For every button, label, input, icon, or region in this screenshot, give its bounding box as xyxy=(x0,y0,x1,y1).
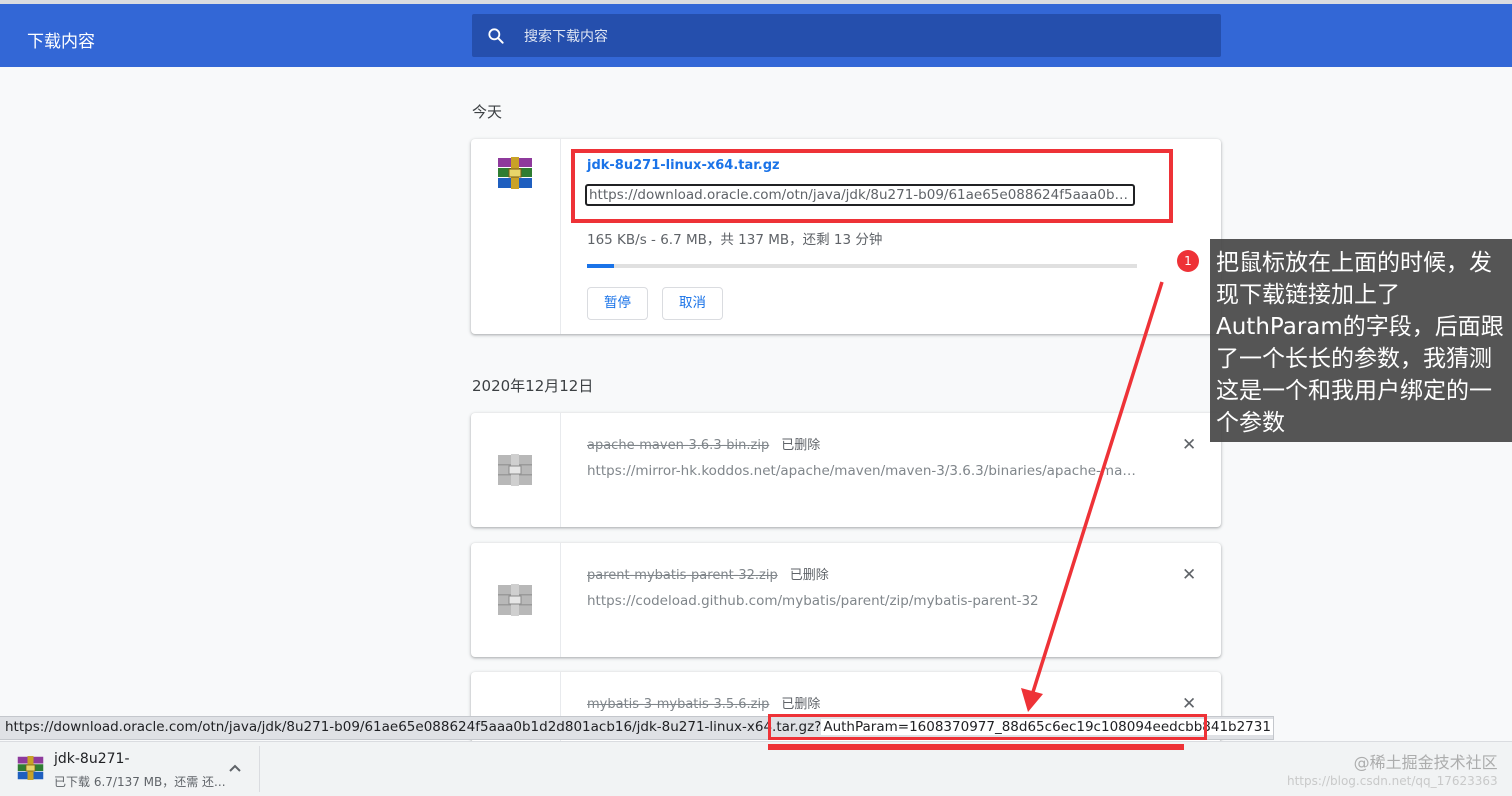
deleted-filename-text: apache-maven-3.6.3-bin.zip xyxy=(587,438,770,453)
deleted-url[interactable]: https://mirror-hk.koddos.net/apache/mave… xyxy=(587,463,1137,479)
shelf-item-status: 已下载 6.7/137 MB，还需 还... xyxy=(54,775,226,789)
download-status: 165 KB/s - 6.7 MB，共 137 MB，还剩 13 分钟 xyxy=(587,232,883,248)
chevron-up-icon[interactable] xyxy=(226,760,244,778)
deleted-filename: apache-maven-3.6.3-bin.zip 已删除 xyxy=(587,434,820,453)
file-icon-column xyxy=(471,413,561,527)
highlight-box-filename-url xyxy=(571,149,1173,223)
archive-file-icon xyxy=(498,454,532,486)
highlight-underline xyxy=(768,744,1184,750)
annotation-callout: 把鼠标放在上面的时候，发现下载链接加上了AuthParam的字段，后面跟了一个长… xyxy=(1210,239,1512,442)
section-label-today: 今天 xyxy=(472,103,503,121)
remove-item-close-icon[interactable]: ✕ xyxy=(1182,694,1196,714)
section-label-date: 2020年12月12日 xyxy=(472,377,594,395)
deleted-tag: 已删除 xyxy=(781,438,821,453)
app-header: 下载内容 xyxy=(0,4,1512,67)
deleted-url[interactable]: https://codeload.github.com/mybatis/pare… xyxy=(587,593,1137,609)
annotation-badge: 1 xyxy=(1177,250,1199,272)
deleted-filename-text: parent-mybatis-parent-32.zip xyxy=(587,568,778,583)
pause-button[interactable]: 暂停 xyxy=(587,287,648,320)
file-icon-column xyxy=(471,543,561,657)
archive-file-icon xyxy=(17,756,44,780)
deleted-tag: 已删除 xyxy=(789,568,829,583)
deleted-tag: 已删除 xyxy=(781,697,821,712)
watermark-line2: https://blog.csdn.net/qq_17623363 xyxy=(1287,774,1498,788)
remove-item-close-icon[interactable]: ✕ xyxy=(1182,435,1196,455)
highlight-box-authparam xyxy=(768,714,1207,740)
deleted-filename: parent-mybatis-parent-32.zip 已删除 xyxy=(587,564,829,583)
archive-file-icon xyxy=(498,157,532,189)
progress-bar xyxy=(587,264,1137,268)
remove-item-close-icon[interactable]: ✕ xyxy=(1182,565,1196,585)
search-bar[interactable] xyxy=(472,14,1221,59)
shelf-divider xyxy=(259,746,260,792)
download-card-deleted: apache-maven-3.6.3-bin.zip 已删除 https://mi… xyxy=(471,413,1221,527)
file-icon-column xyxy=(471,139,561,334)
download-card-deleted: parent-mybatis-parent-32.zip 已删除 https://… xyxy=(471,543,1221,657)
download-shelf: jdk-8u271- 已下载 6.7/137 MB，还需 还... xyxy=(0,741,1512,796)
page-title: 下载内容 xyxy=(27,32,95,52)
deleted-filename: mybatis-3-mybatis-3.5.6.zip 已删除 xyxy=(587,693,820,712)
archive-file-icon xyxy=(498,584,532,616)
progress-bar-fill xyxy=(587,264,614,268)
search-icon xyxy=(488,28,504,44)
cancel-button[interactable]: 取消 xyxy=(662,287,723,320)
deleted-filename-text: mybatis-3-mybatis-3.5.6.zip xyxy=(587,697,770,712)
search-input[interactable] xyxy=(522,14,1206,59)
watermark: @稀土掘金技术社区 https://blog.csdn.net/qq_17623… xyxy=(1287,755,1498,789)
watermark-line1: @稀土掘金技术社区 xyxy=(1353,753,1498,772)
shelf-item-name[interactable]: jdk-8u271- xyxy=(54,751,130,767)
hover-status-url: https://download.oracle.com/otn/java/jdk… xyxy=(5,719,822,735)
